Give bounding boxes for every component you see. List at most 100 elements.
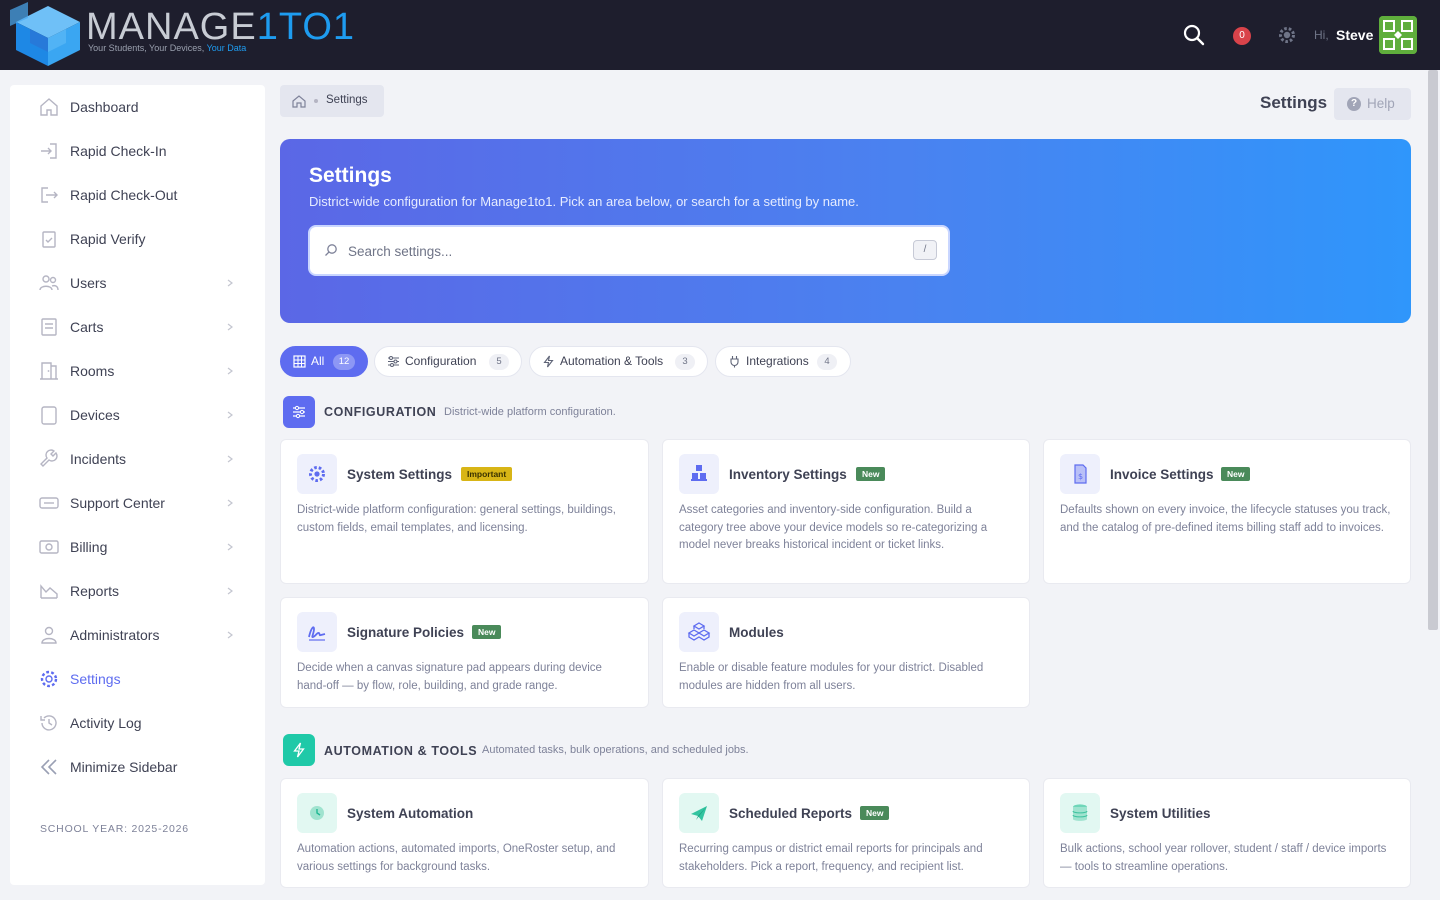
settings-card-modules[interactable]: Modules Enable or disable feature module…: [662, 597, 1030, 708]
important-badge: Important: [461, 467, 513, 481]
card-description: District-wide platform configuration: ge…: [297, 504, 616, 534]
logo-tagline: Your Students, Your Devices, Your Data: [88, 43, 247, 53]
plug-icon: [730, 356, 739, 368]
filter-count-badge: 4: [817, 354, 837, 370]
admin-icon: [41, 626, 57, 644]
settings-card-signature-policies[interactable]: Signature Policies New Decide when a can…: [280, 597, 649, 708]
chevron-right-icon: [227, 279, 233, 287]
sidebar-item-label: Reports: [70, 583, 120, 599]
hero-title: Settings: [309, 164, 392, 187]
card-title: Invoice Settings: [1110, 467, 1214, 482]
chevron-right-icon: [227, 411, 233, 419]
sidebar-item-label: Rooms: [70, 363, 115, 379]
avatar-pattern-icon: [1379, 16, 1417, 54]
card-title: Signature Policies: [347, 625, 465, 640]
chevron-right-icon: [227, 543, 233, 551]
school-year-label: SCHOOL YEAR: 2025-2026: [40, 823, 189, 835]
sidebar-item-rapid-verify[interactable]: Rapid Verify: [10, 217, 265, 261]
sidebar-item-billing[interactable]: Billing: [10, 525, 265, 569]
card-description: Enable or disable feature modules for yo…: [679, 662, 984, 692]
settings-card-invoice-settings[interactable]: $ Invoice Settings New Defaults shown on…: [1043, 439, 1411, 584]
scrollbar-thumb[interactable]: [1428, 70, 1438, 630]
card-title: Modules: [729, 625, 784, 640]
section-description: Automated tasks, bulk operations, and sc…: [482, 744, 749, 756]
cubes-icon: [679, 612, 719, 652]
sidebar-item-reports[interactable]: Reports: [10, 569, 265, 613]
clock-icon: [297, 793, 337, 833]
chart-icon: [40, 584, 58, 599]
lightning-icon: [543, 355, 554, 368]
filter-tab-automation[interactable]: Automation & Tools 3: [529, 346, 708, 377]
new-badge: New: [856, 467, 886, 481]
new-badge: New: [472, 625, 502, 639]
svg-text:$: $: [1078, 472, 1083, 481]
sidebar-item-rapid-check-in[interactable]: Rapid Check-In: [10, 129, 265, 173]
tablet-icon: [41, 406, 57, 425]
help-label: Help: [1367, 96, 1395, 111]
sidebar-item-support-center[interactable]: Support Center: [10, 481, 265, 525]
sidebar-item-administrators[interactable]: Administrators: [10, 613, 265, 657]
page-scrollbar[interactable]: [1426, 70, 1440, 900]
card-description: Recurring campus or district email repor…: [679, 843, 983, 873]
minimize-sidebar-button[interactable]: Minimize Sidebar: [10, 745, 265, 789]
sidebar-item-label: Minimize Sidebar: [70, 759, 178, 775]
settings-search-box: /: [308, 225, 950, 276]
sidebar-item-label: Users: [70, 275, 107, 291]
signature-icon: [297, 612, 337, 652]
sidebar-item-label: Rapid Check-Out: [70, 187, 178, 203]
card-title: Inventory Settings: [729, 467, 847, 482]
user-name[interactable]: Steve: [1336, 27, 1373, 43]
chevron-right-icon: [227, 499, 233, 507]
section-title: AUTOMATION & TOOLS: [324, 744, 478, 758]
sidebar-item-settings[interactable]: Settings: [10, 657, 265, 701]
chevron-right-icon: [227, 323, 233, 331]
support-icon: [39, 497, 59, 509]
chevron-right-icon: [227, 631, 233, 639]
wrench-icon: [40, 449, 58, 467]
chevron-right-icon: [227, 367, 233, 375]
page-title: Settings: [1260, 93, 1328, 112]
filter-tab-configuration[interactable]: Configuration 5: [374, 346, 522, 377]
sidebar-item-label: Activity Log: [70, 715, 142, 731]
notification-badge[interactable]: 0: [1233, 27, 1251, 45]
top-bar: MANAGE1TO1 Your Students, Your Devices, …: [0, 0, 1440, 70]
sidebar-item-rooms[interactable]: Rooms: [10, 349, 265, 393]
section-title: CONFIGURATION: [324, 405, 437, 419]
settings-card-inventory-settings[interactable]: Inventory Settings New Asset categories …: [662, 439, 1030, 584]
settings-search-input[interactable]: [348, 240, 888, 262]
cart-icon: [41, 318, 57, 336]
sidebar-item-activity-log[interactable]: Activity Log: [10, 701, 265, 745]
help-button[interactable]: ? Help: [1334, 88, 1411, 120]
filter-tab-label: Automation & Tools: [560, 354, 664, 368]
avatar[interactable]: [1379, 16, 1417, 54]
sidebar-item-devices[interactable]: Devices: [10, 393, 265, 437]
filter-count-badge: 12: [333, 354, 355, 370]
sidebar-item-incidents[interactable]: Incidents: [10, 437, 265, 481]
filter-tab-label: Integrations: [746, 354, 809, 368]
home-icon: [40, 98, 58, 116]
filter-tab-integrations[interactable]: Integrations 4: [715, 346, 851, 377]
new-badge: New: [1221, 467, 1251, 481]
sidebar-item-rapid-check-out[interactable]: Rapid Check-Out: [10, 173, 265, 217]
settings-card-system-automation[interactable]: System Automation Automation actions, au…: [280, 778, 649, 888]
filter-tab-all[interactable]: All 12: [280, 346, 368, 377]
brand-logo[interactable]: MANAGE1TO1 Your Students, Your Devices, …: [10, 2, 354, 68]
card-title: System Settings: [347, 467, 453, 482]
settings-card-system-settings[interactable]: System Settings Important District-wide …: [280, 439, 649, 584]
settings-card-scheduled-reports[interactable]: Scheduled Reports New Recurring campus o…: [662, 778, 1030, 888]
home-icon[interactable]: [291, 93, 307, 109]
lightning-icon: [283, 734, 315, 766]
breadcrumb-separator: [314, 99, 318, 103]
settings-card-system-utilities[interactable]: System Utilities Bulk actions, school ye…: [1043, 778, 1411, 888]
sidebar-item-users[interactable]: Users: [10, 261, 265, 305]
logout-icon: [41, 187, 58, 203]
search-icon[interactable]: [1183, 24, 1205, 46]
card-title: System Utilities: [1110, 806, 1211, 821]
keyboard-shortcut-hint: /: [913, 240, 937, 260]
sidebar-item-carts[interactable]: Carts: [10, 305, 265, 349]
sidebar-item-dashboard[interactable]: Dashboard: [10, 85, 265, 129]
door-icon: [40, 362, 58, 380]
login-icon: [41, 143, 57, 159]
sidebar: Dashboard Rapid Check-In Rapid Check-Out…: [10, 85, 265, 885]
gear-icon[interactable]: [1277, 25, 1297, 45]
